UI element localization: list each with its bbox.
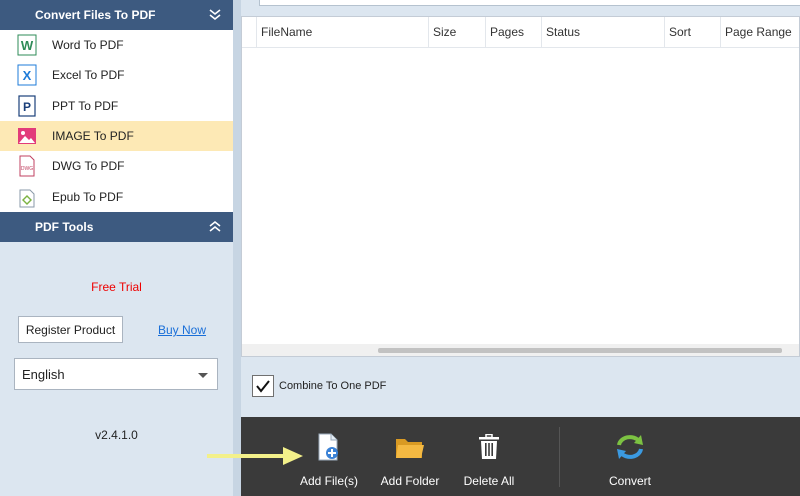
- column-header-filename[interactable]: FileName: [256, 17, 428, 48]
- folder-icon: [396, 439, 424, 458]
- toolbar-separator: [559, 427, 560, 487]
- convert-files-header-label: Convert Files To PDF: [35, 8, 156, 22]
- svg-text:DWG: DWG: [21, 166, 33, 172]
- menu-item-excel[interactable]: X Excel To PDF: [0, 60, 233, 90]
- double-chevron-up-icon[interactable]: [209, 220, 221, 234]
- pointer-arrow-icon: [207, 447, 303, 465]
- convert-menu: W Word To PDF X Excel To PDF P PPT To PD…: [0, 30, 233, 212]
- menu-item-label: Word To PDF: [52, 38, 124, 53]
- trash-icon: [479, 434, 499, 459]
- menu-item-label: Excel To PDF: [52, 68, 125, 83]
- top-input-strip: [259, 0, 800, 6]
- menu-item-label: DWG To PDF: [52, 159, 125, 174]
- language-select[interactable]: English: [14, 358, 218, 390]
- version-label: v2.4.1.0: [95, 428, 138, 442]
- table-header: FileName Size Pages Status Sort Page Ran…: [242, 17, 799, 48]
- delete-all-button[interactable]: Delete All: [457, 417, 521, 496]
- register-product-button[interactable]: Register Product: [18, 316, 123, 343]
- add-file-icon: [318, 433, 338, 461]
- column-header-pages[interactable]: Pages: [485, 17, 541, 48]
- add-files-button[interactable]: Add File(s): [297, 417, 361, 496]
- checkmark-icon: [256, 380, 270, 393]
- svg-text:X: X: [23, 68, 32, 83]
- column-header-size[interactable]: Size: [428, 17, 485, 48]
- double-chevron-down-icon[interactable]: [209, 8, 221, 22]
- ppt-icon: P: [17, 95, 37, 117]
- combine-label: Combine To One PDF: [279, 380, 387, 392]
- add-folder-label: Add Folder: [380, 474, 440, 488]
- svg-text:P: P: [23, 100, 31, 114]
- menu-item-label: Epub To PDF: [52, 189, 124, 204]
- pdf-tools-header[interactable]: PDF Tools: [0, 212, 233, 242]
- combine-to-one-pdf-option[interactable]: Combine To One PDF: [252, 375, 386, 397]
- excel-icon: X: [17, 64, 37, 86]
- menu-item-ppt[interactable]: P PPT To PDF: [0, 91, 233, 121]
- menu-item-label: PPT To PDF: [52, 98, 119, 113]
- scrollbar-thumb[interactable]: [378, 348, 782, 353]
- column-header-page-range[interactable]: Page Range: [720, 17, 799, 48]
- column-header-sort[interactable]: Sort: [664, 17, 720, 48]
- epub-icon: [17, 186, 37, 208]
- bottom-toolbar: Add File(s) Add Folder Delete All Conver…: [241, 417, 800, 496]
- menu-item-label: IMAGE To PDF: [52, 129, 134, 144]
- delete-all-label: Delete All: [463, 474, 515, 488]
- convert-label: Convert: [608, 474, 652, 488]
- convert-button[interactable]: Convert: [598, 417, 662, 496]
- combine-checkbox[interactable]: [252, 375, 274, 397]
- convert-files-header[interactable]: Convert Files To PDF: [0, 0, 233, 30]
- menu-item-image[interactable]: IMAGE To PDF: [0, 120, 233, 152]
- language-value: English: [22, 366, 65, 382]
- dwg-icon: DWG: [17, 155, 37, 177]
- convert-refresh-icon: [617, 435, 643, 459]
- image-icon: [17, 125, 37, 147]
- menu-item-epub[interactable]: Epub To PDF: [0, 181, 233, 211]
- add-files-label: Add File(s): [299, 474, 358, 488]
- chevron-down-icon: [198, 373, 208, 378]
- svg-text:W: W: [21, 38, 34, 53]
- add-folder-button[interactable]: Add Folder: [378, 417, 442, 496]
- left-panel: Convert Files To PDF W Word To PDF X Exc…: [0, 0, 233, 496]
- menu-item-word[interactable]: W Word To PDF: [0, 30, 233, 60]
- file-table[interactable]: FileName Size Pages Status Sort Page Ran…: [241, 16, 800, 357]
- column-header-selector[interactable]: [242, 17, 256, 48]
- free-trial-label: Free Trial: [91, 280, 142, 294]
- panel-divider[interactable]: [233, 0, 241, 496]
- horizontal-scrollbar[interactable]: [242, 344, 799, 356]
- word-icon: W: [17, 34, 37, 56]
- buy-now-link[interactable]: Buy Now: [158, 323, 206, 337]
- pdf-tools-header-label: PDF Tools: [35, 220, 94, 234]
- column-header-status[interactable]: Status: [541, 17, 664, 48]
- menu-item-dwg[interactable]: DWG DWG To PDF: [0, 151, 233, 181]
